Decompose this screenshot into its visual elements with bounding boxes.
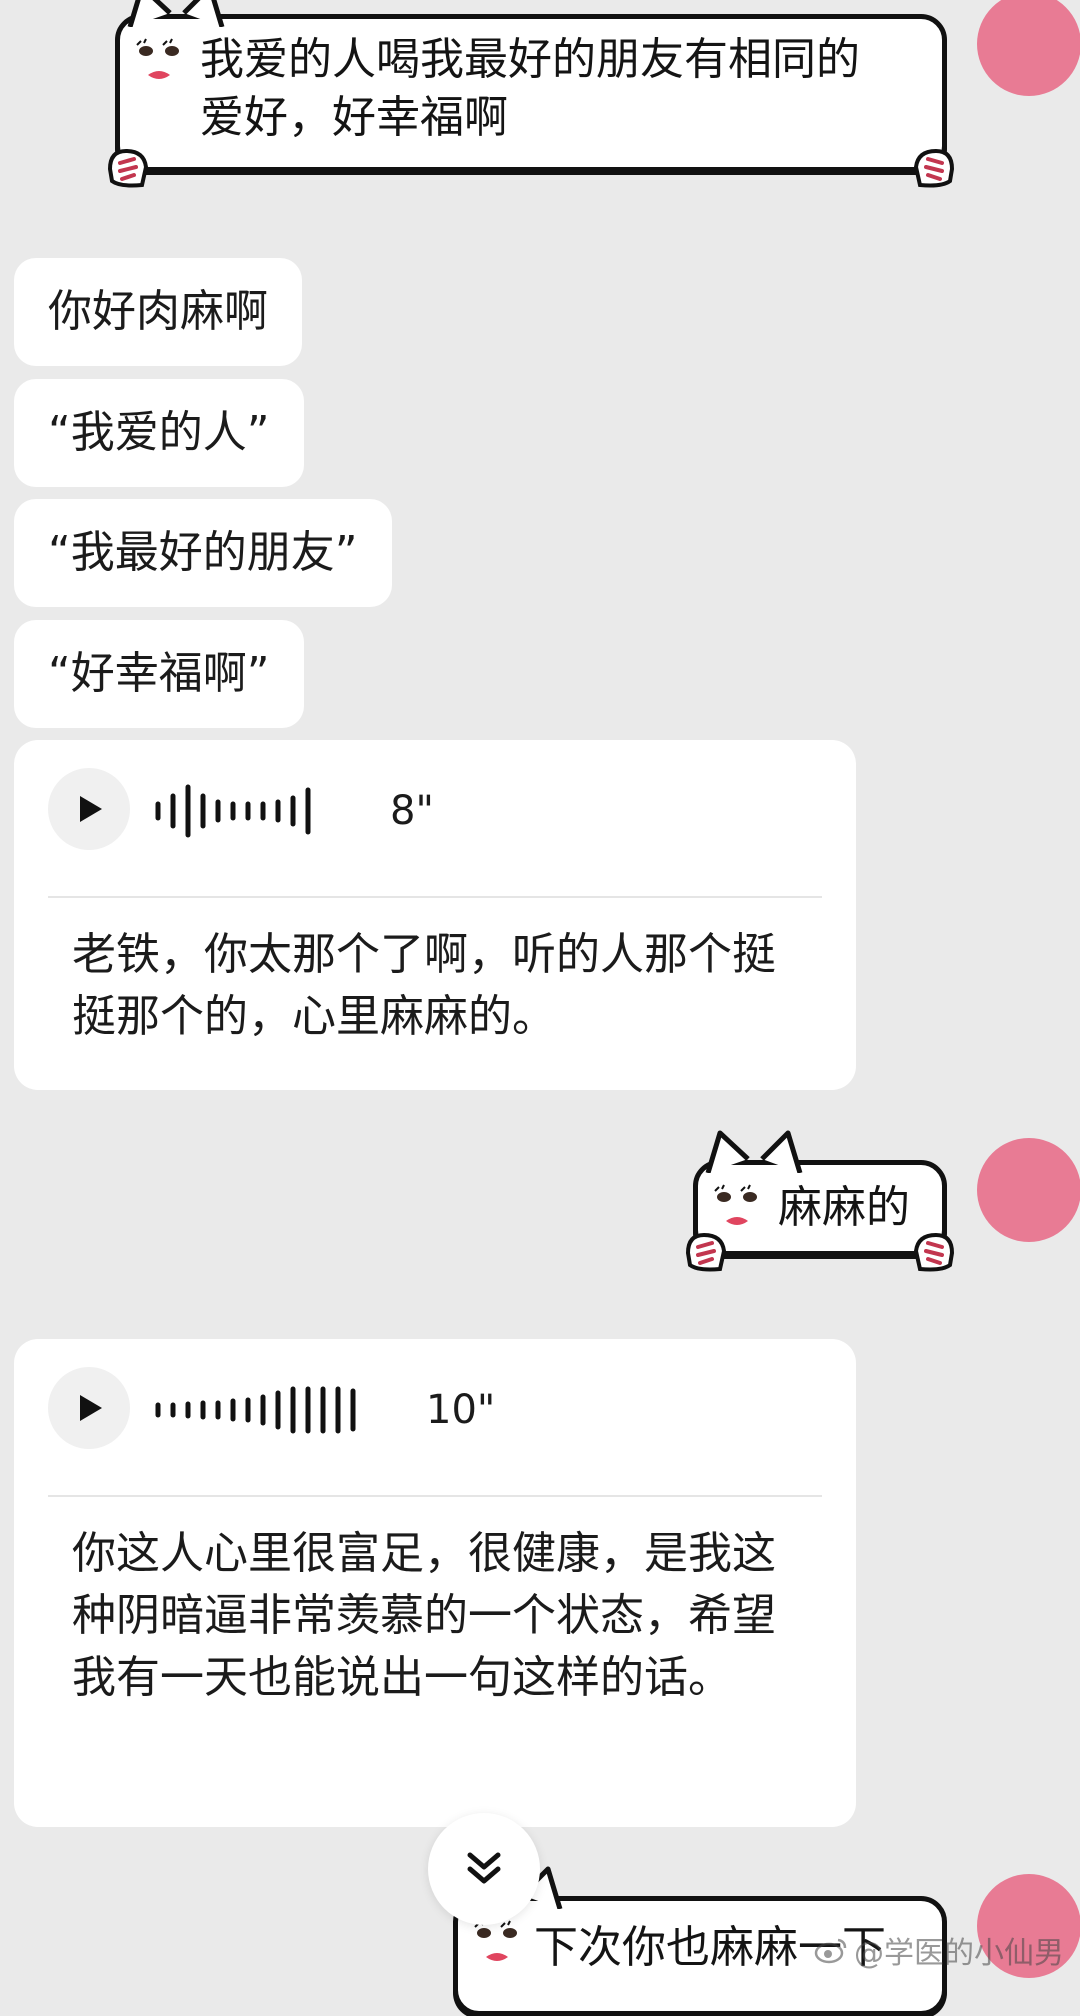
sticker-face-icon	[136, 38, 179, 79]
sticker-message-text: 麻麻的	[778, 1182, 910, 1233]
voice-transcript: 你这人心里很富足，很健康，是我这种阴暗逼非常羡慕的一个状态，希望我有一天也能说出…	[72, 1528, 776, 1703]
cat-ears-icon	[705, 1130, 803, 1173]
play-button[interactable]	[48, 1367, 130, 1449]
double-chevron-down-icon	[467, 1852, 501, 1884]
play-button[interactable]	[48, 768, 130, 850]
hand-right-icon	[913, 1232, 955, 1272]
text-message-bubble[interactable]: “我最好的朋友”	[14, 499, 392, 607]
hand-right-icon	[913, 148, 955, 188]
sticker-message-text: 我爱的人喝我最好的朋友有相同的 爱好，好幸福啊	[200, 34, 860, 143]
weibo-logo-icon	[814, 1938, 847, 1964]
hand-left-icon	[685, 1232, 727, 1272]
hand-left-icon	[107, 148, 149, 188]
text-message-bubble[interactable]: “我爱的人”	[14, 379, 304, 487]
text-message-bubble[interactable]: 你好肉麻啊	[14, 258, 302, 366]
waveform-icon	[155, 1386, 356, 1434]
watermark: @学医的小仙男	[814, 1928, 1064, 1972]
text-message-bubble[interactable]: “好幸福啊”	[14, 620, 304, 728]
avatar-self-2[interactable]	[977, 1138, 1080, 1242]
sticker-message-top[interactable]: 我爱的人喝我最好的朋友有相同的 爱好，好幸福啊	[107, 0, 955, 188]
play-icon	[80, 796, 102, 822]
play-icon	[80, 1395, 102, 1421]
waveform-icon	[155, 784, 311, 838]
divider	[48, 1495, 822, 1497]
sticker-message-mid[interactable]: 麻麻的	[685, 1130, 955, 1272]
voice-duration: 8"	[390, 788, 434, 834]
voice-duration: 10"	[426, 1387, 496, 1433]
voice-message-card[interactable]: 10" 你这人心里很富足，很健康，是我这种阴暗逼非常羡慕的一个状态，希望我有一天…	[14, 1339, 856, 1827]
watermark-text: @学医的小仙男	[854, 1936, 1064, 1971]
scroll-to-bottom-button[interactable]	[428, 1813, 540, 1925]
divider	[48, 896, 822, 898]
voice-message-card[interactable]: 8" 老铁，你太那个了啊，听的人那个挺挺那个的，心里麻麻的。	[14, 740, 856, 1090]
voice-transcript: 老铁，你太那个了啊，听的人那个挺挺那个的，心里麻麻的。	[72, 929, 776, 1042]
avatar-self-1[interactable]	[977, 0, 1080, 96]
cat-ears-icon	[127, 0, 225, 27]
